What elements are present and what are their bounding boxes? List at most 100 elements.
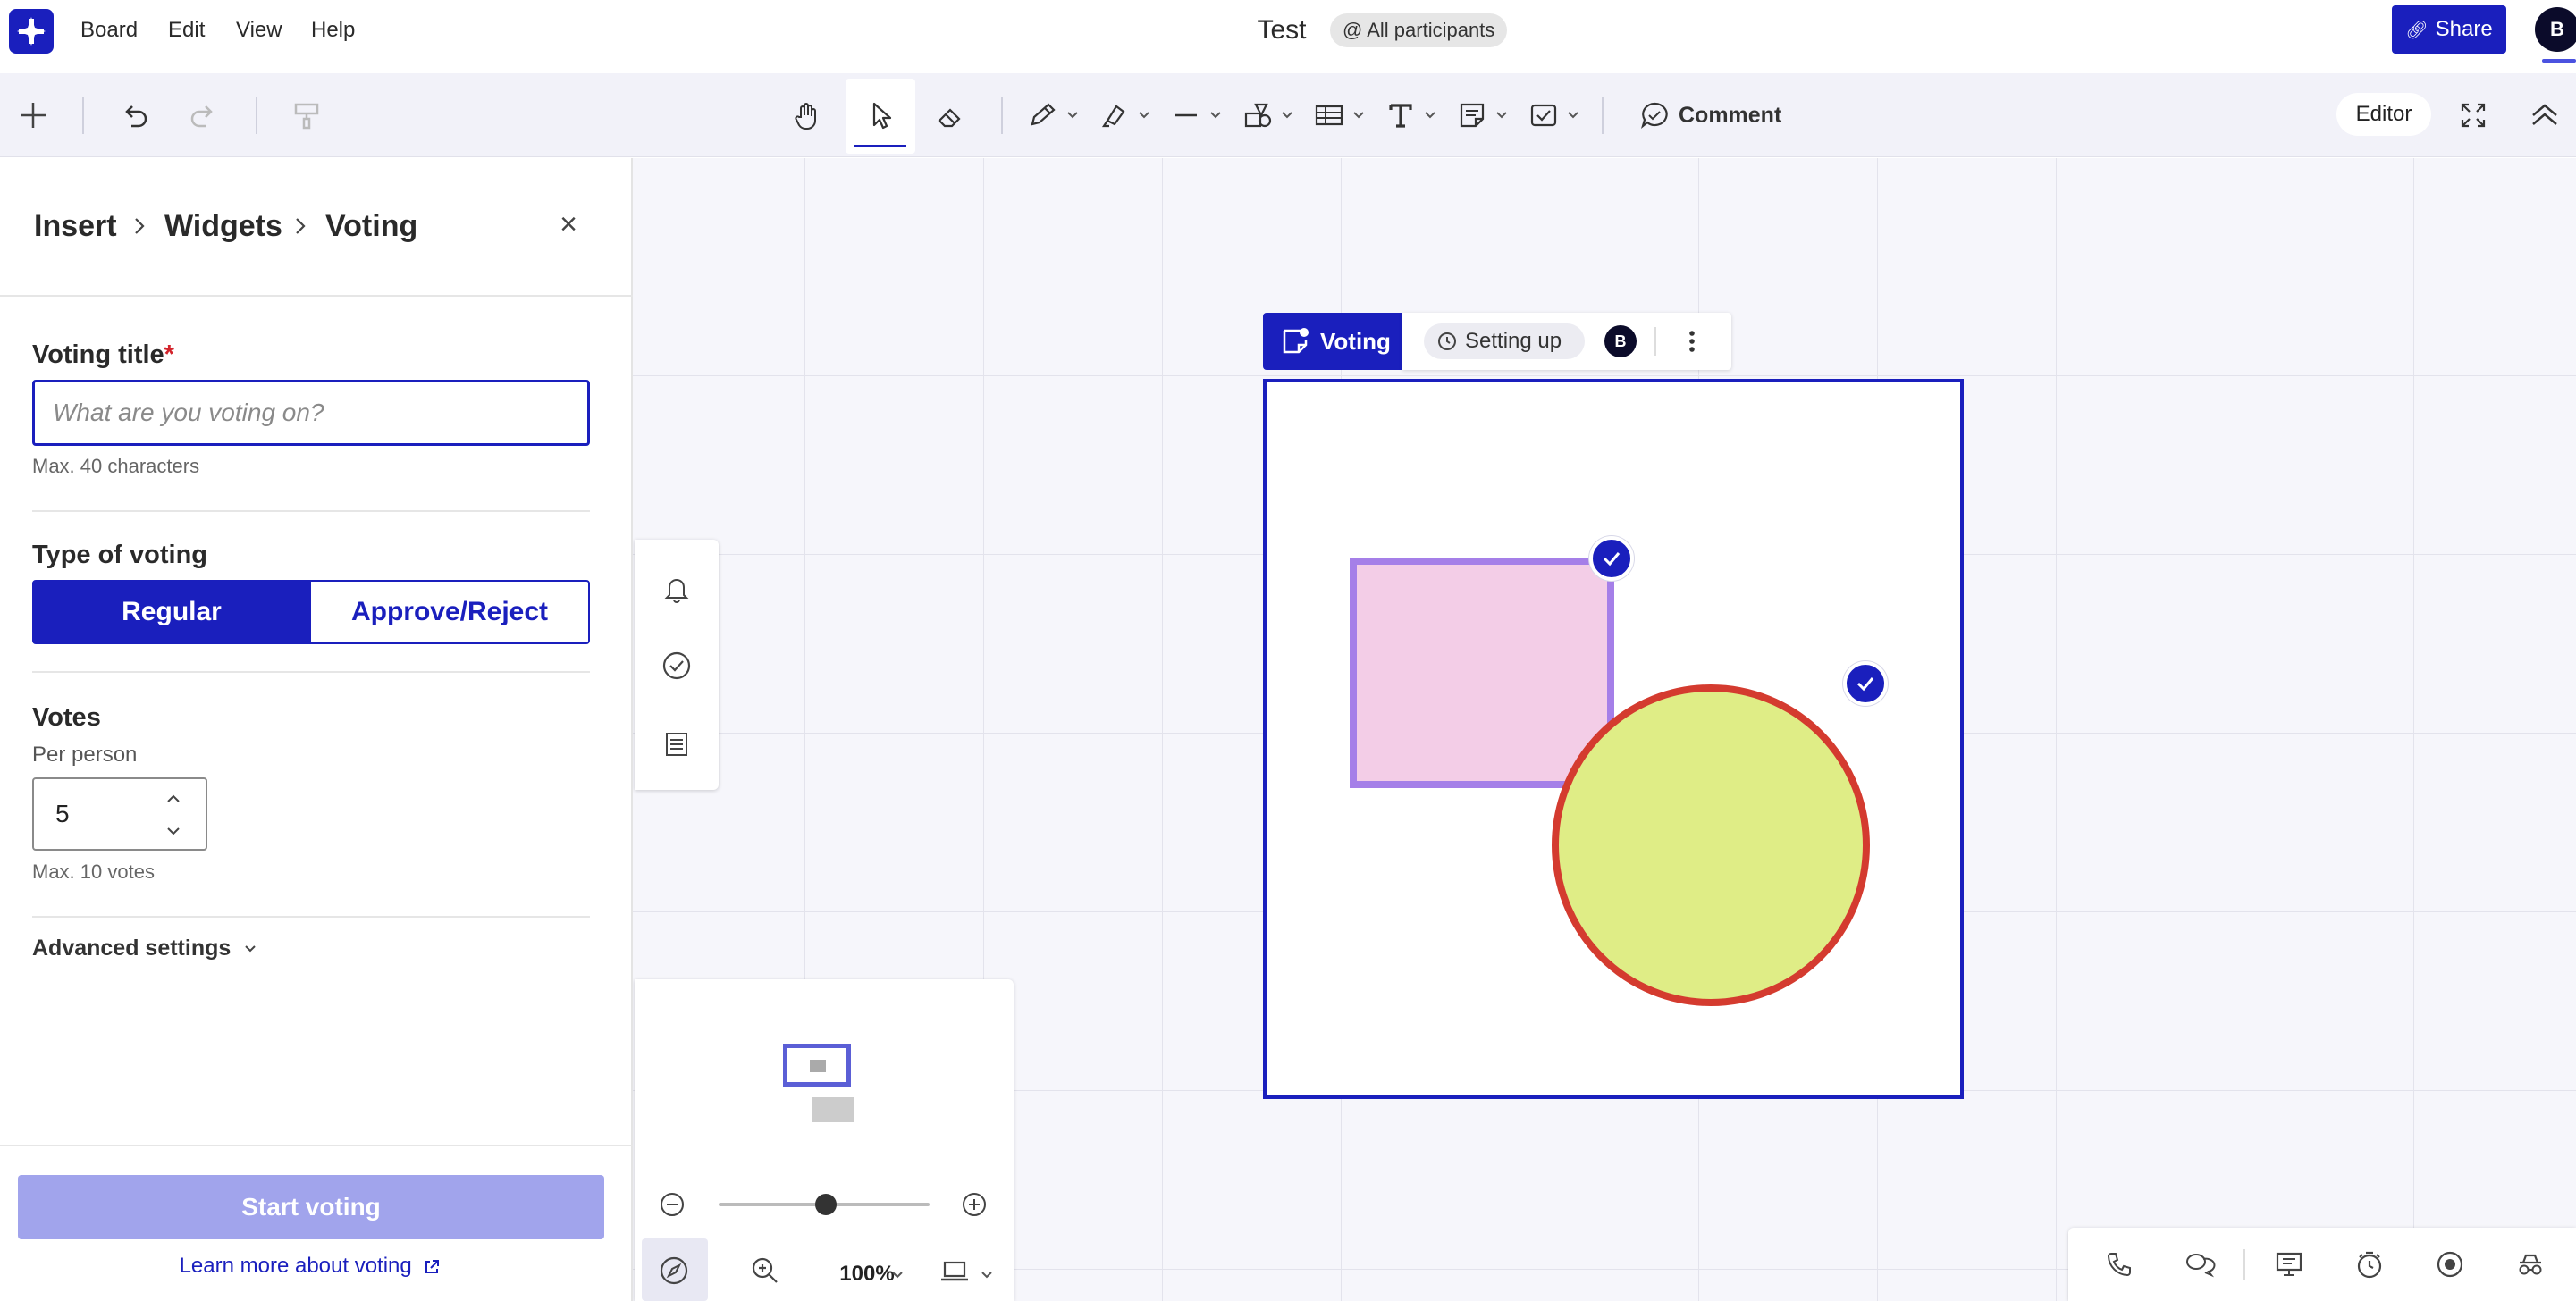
breadcrumb-voting: Voting: [325, 209, 418, 243]
format-painter-icon[interactable]: [284, 93, 329, 138]
sticky-note-icon[interactable]: [1450, 93, 1494, 138]
zoom-fit-icon[interactable]: [749, 1255, 781, 1287]
laptop-icon[interactable]: [939, 1255, 971, 1287]
comment-icon[interactable]: [1632, 93, 1677, 138]
chevron-down-icon[interactable]: [1423, 107, 1437, 122]
board-title[interactable]: Test: [1246, 0, 1317, 61]
more-options-icon[interactable]: [1676, 325, 1708, 357]
menu-help[interactable]: Help: [311, 0, 355, 61]
bell-icon[interactable]: [654, 567, 699, 611]
close-panel-button[interactable]: ×: [551, 206, 586, 242]
timer-icon[interactable]: [2347, 1242, 2392, 1287]
menu-board[interactable]: Board: [80, 0, 138, 61]
toolbar-divider: [82, 97, 84, 134]
pointer-icon[interactable]: [858, 93, 903, 138]
increment-chevron-up-icon[interactable]: [143, 783, 204, 815]
advanced-settings-toggle[interactable]: Advanced settings: [32, 936, 258, 961]
user-avatar[interactable]: B: [2535, 7, 2576, 52]
shapes-icon[interactable]: [1235, 93, 1280, 138]
record-icon[interactable]: [2428, 1242, 2472, 1287]
voting-badge-label: Voting: [1320, 328, 1391, 355]
toolbar-divider: [1654, 327, 1656, 356]
zoom-in-icon[interactable]: [960, 1190, 989, 1219]
list-icon[interactable]: [654, 722, 699, 767]
avatar-indicator: [2542, 59, 2576, 63]
table-icon[interactable]: [1307, 93, 1351, 138]
incognito-icon[interactable]: [2508, 1242, 2553, 1287]
eraser-icon[interactable]: [928, 93, 972, 138]
required-mark: *: [164, 340, 174, 369]
chevron-down-icon[interactable]: [1280, 107, 1294, 122]
widget-checkbox-icon[interactable]: [1521, 93, 1566, 138]
pen-icon[interactable]: [1021, 93, 1065, 138]
vote-check-icon[interactable]: [1843, 661, 1888, 706]
votes-stepper[interactable]: 5: [32, 777, 207, 851]
line-icon[interactable]: [1164, 93, 1208, 138]
learn-more-label: Learn more about voting: [179, 1254, 412, 1278]
panel-footer-divider: [0, 1145, 633, 1146]
toolbar-divider: [256, 97, 257, 134]
chat-icon[interactable]: [2177, 1242, 2222, 1287]
phone-icon[interactable]: [2097, 1242, 2142, 1287]
link-icon: 🔗︎: [2405, 21, 2429, 40]
learn-more-link[interactable]: Learn more about voting: [0, 1254, 620, 1279]
zoom-slider-handle[interactable]: [815, 1194, 837, 1215]
breadcrumb-insert[interactable]: Insert: [34, 208, 117, 244]
external-link-icon: [423, 1258, 441, 1276]
panel-divider: [0, 295, 633, 297]
voting-title-input[interactable]: [32, 380, 590, 446]
share-label: Share: [2435, 17, 2493, 41]
yellow-circle-shape[interactable]: [1550, 683, 1872, 1008]
role-badge[interactable]: Editor: [2336, 93, 2431, 136]
undo-icon[interactable]: [113, 93, 157, 138]
app-logo-icon[interactable]: [9, 9, 54, 54]
chevron-down-icon[interactable]: [1208, 107, 1223, 122]
menu-view[interactable]: View: [236, 0, 282, 61]
voting-widget-badge[interactable]: Voting: [1263, 313, 1402, 370]
menu-edit[interactable]: Edit: [168, 0, 205, 61]
add-icon[interactable]: [11, 93, 55, 138]
votes-value[interactable]: 5: [55, 779, 70, 849]
participants-badge[interactable]: @ All participants: [1330, 13, 1508, 47]
start-voting-button[interactable]: Start voting: [18, 1175, 604, 1239]
select-tool-indicator: [854, 145, 906, 147]
navigator-panel: 100%: [635, 979, 1014, 1301]
top-bar: Board Edit View Help Test @ All particip…: [0, 0, 2576, 63]
voting-type-approve-reject-button[interactable]: Approve/Reject: [309, 580, 590, 644]
section-divider: [32, 916, 590, 918]
clock-icon: [1436, 331, 1458, 352]
highlighter-icon[interactable]: [1092, 93, 1137, 138]
fullscreen-icon[interactable]: [2451, 93, 2496, 138]
collapse-toolbar-icon[interactable]: [2522, 93, 2567, 138]
presentation-icon[interactable]: [2267, 1242, 2311, 1287]
breadcrumb-widgets[interactable]: Widgets: [164, 208, 282, 244]
compass-icon[interactable]: [658, 1255, 690, 1287]
check-circle-icon[interactable]: [654, 643, 699, 688]
share-button[interactable]: 🔗︎ Share: [2392, 5, 2506, 54]
close-icon: ×: [560, 207, 577, 241]
comment-button[interactable]: Comment: [1679, 93, 1781, 138]
chevron-down-icon[interactable]: [1494, 107, 1509, 122]
toolbar-divider: [1001, 97, 1003, 134]
chevron-down-icon[interactable]: [980, 1267, 994, 1281]
status-badge[interactable]: Setting up: [1424, 323, 1585, 359]
toolbar-divider: [1602, 97, 1604, 134]
text-icon[interactable]: [1378, 93, 1423, 138]
zoom-out-icon[interactable]: [658, 1190, 686, 1219]
advanced-settings-label: Advanced settings: [32, 936, 232, 961]
voting-note-icon: [1279, 325, 1311, 357]
chevron-down-icon[interactable]: [1566, 107, 1580, 122]
redo-icon[interactable]: [181, 93, 225, 138]
voting-title-label: Voting title*: [32, 340, 174, 370]
decrement-chevron-down-icon[interactable]: [143, 815, 204, 847]
owner-avatar[interactable]: B: [1604, 325, 1637, 357]
chevron-down-icon[interactable]: [890, 1267, 905, 1281]
voting-type-regular-button[interactable]: Regular: [32, 580, 311, 644]
vote-check-icon[interactable]: [1589, 536, 1634, 581]
hand-icon[interactable]: [785, 93, 829, 138]
chevron-down-icon[interactable]: [1137, 107, 1151, 122]
chevron-down-icon[interactable]: [1351, 107, 1366, 122]
chevron-down-icon[interactable]: [1065, 107, 1080, 122]
voting-title-label-text: Voting title: [32, 340, 164, 369]
main-toolbar: Comment Editor: [0, 73, 2576, 157]
